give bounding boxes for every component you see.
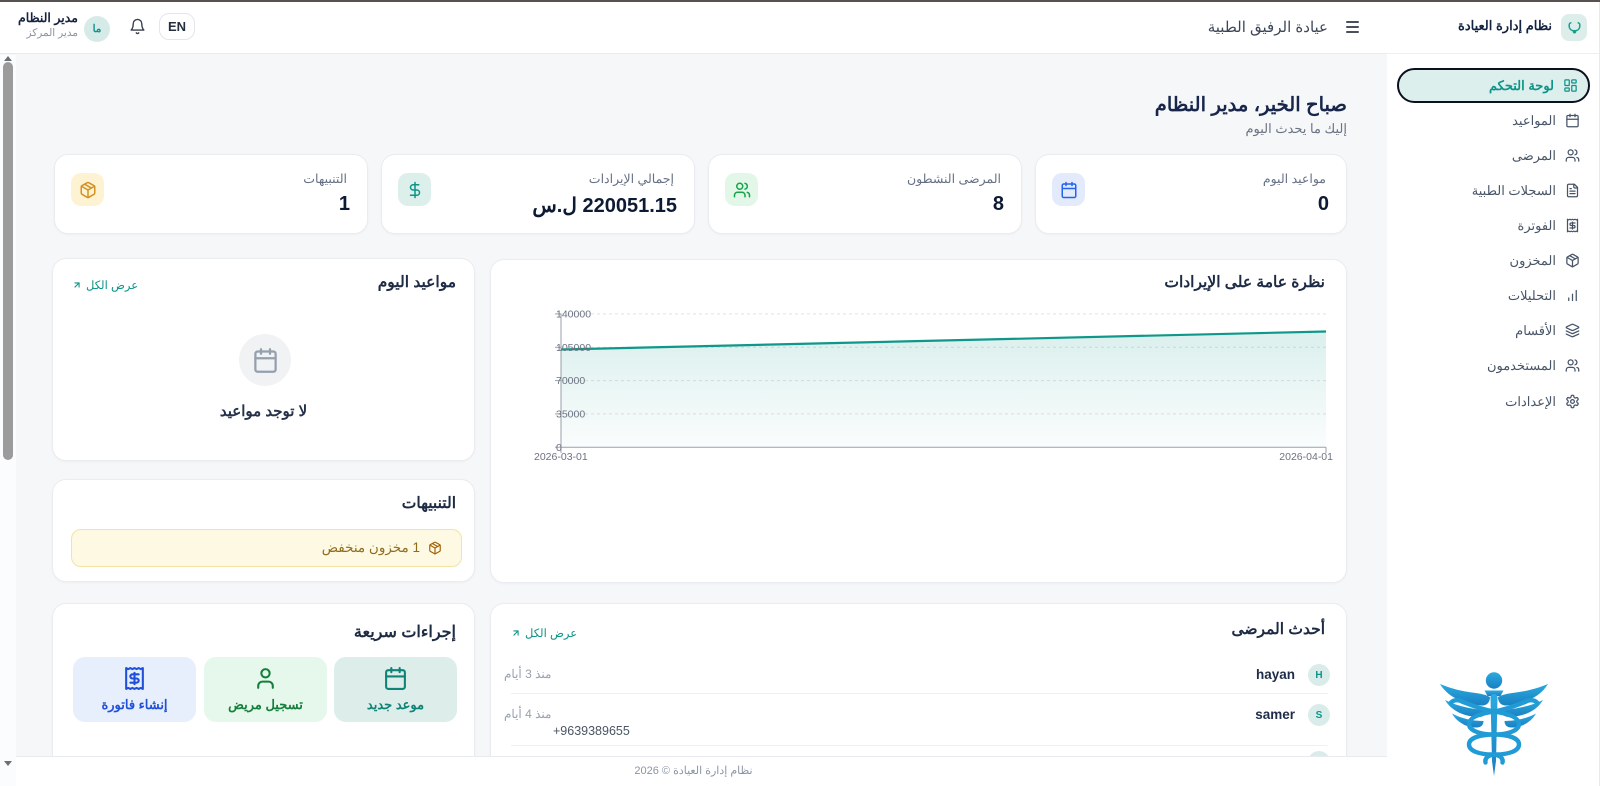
svg-text:2026-04-01: 2026-04-01 — [1279, 451, 1333, 463]
svg-text:35000: 35000 — [556, 409, 585, 421]
svg-text:140000: 140000 — [556, 309, 591, 321]
svg-text:70000: 70000 — [556, 375, 585, 387]
svg-text:2026-03-01: 2026-03-01 — [534, 451, 588, 463]
svg-text:105000: 105000 — [556, 342, 591, 354]
